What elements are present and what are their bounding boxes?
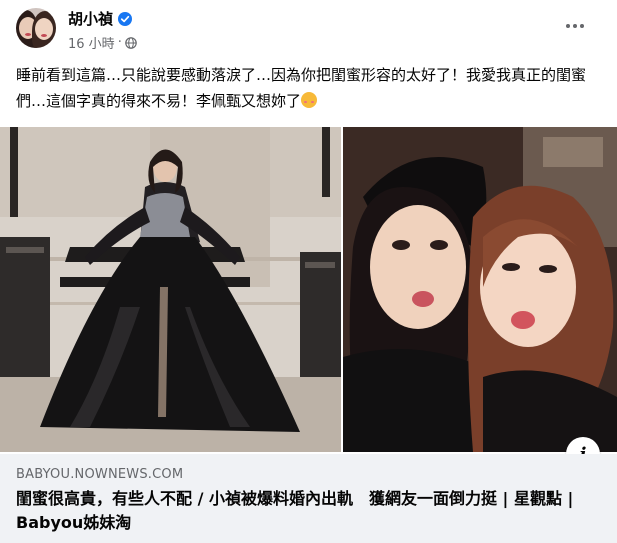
globe-icon[interactable] bbox=[125, 36, 137, 49]
link-title[interactable]: 閨蜜很高貴，有些人不配 / 小禎被爆料婚內出軌 獲網友一面倒力挺 | 星觀點 |… bbox=[16, 487, 576, 535]
photo-woman-in-gown-illustration bbox=[0, 127, 341, 452]
smiling-face-with-hearts-emoji bbox=[301, 92, 318, 108]
avatar-lips-left bbox=[25, 33, 31, 36]
photo-two-friends[interactable] bbox=[343, 127, 617, 452]
link-preview[interactable]: BABYOU.NOWNEWS.COM 閨蜜很高貴，有些人不配 / 小禎被爆料婚內… bbox=[0, 454, 617, 543]
more-dot bbox=[573, 24, 577, 28]
post-message: 睡前看到這篇…只能說要感動落淚了…因為你把閨蜜形容的太好了！我愛我真正的閨蜜們…… bbox=[16, 62, 606, 114]
photo-woman-in-gown[interactable] bbox=[0, 127, 341, 452]
verified-badge-icon bbox=[118, 11, 133, 26]
post-header: 胡小禎 16 小時 · bbox=[0, 0, 617, 56]
author-avatar[interactable] bbox=[16, 8, 56, 48]
author-row: 胡小禎 bbox=[68, 8, 133, 29]
post-timestamp[interactable]: 16 小時 bbox=[68, 33, 115, 52]
photo-two-friends-illustration bbox=[343, 127, 617, 452]
avatar-lips-right bbox=[41, 34, 47, 37]
more-options-icon[interactable] bbox=[557, 12, 593, 40]
link-domain: BABYOU.NOWNEWS.COM bbox=[16, 467, 184, 482]
meta-separator: · bbox=[117, 35, 122, 50]
more-dot bbox=[580, 24, 584, 28]
author-name[interactable]: 胡小禎 bbox=[68, 8, 113, 29]
more-dot bbox=[566, 24, 570, 28]
post-meta: 16 小時 · bbox=[68, 33, 137, 52]
